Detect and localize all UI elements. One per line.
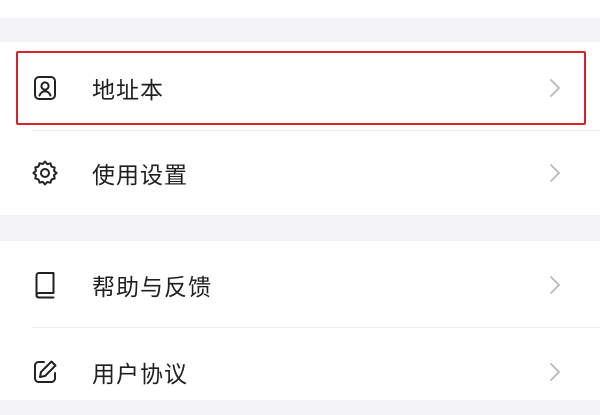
section-gap (0, 215, 600, 241)
menu-group-1: 地址本 使用设置 (0, 42, 600, 215)
menu-item-label: 使用设置 (92, 163, 188, 189)
edit-icon (30, 357, 60, 387)
menu-item-label: 用户协议 (92, 362, 188, 388)
menu-group-2: 帮助与反馈 用户协议 (0, 241, 600, 400)
chevron-right-icon (545, 161, 565, 185)
menu-item-label: 帮助与反馈 (92, 275, 212, 301)
divider (32, 327, 600, 328)
chevron-right-icon (545, 76, 565, 100)
menu-item-settings[interactable]: 使用设置 (0, 130, 600, 216)
chevron-right-icon (545, 360, 565, 384)
address-book-icon (30, 73, 60, 103)
gear-icon (30, 158, 60, 188)
section-gap-top (0, 18, 600, 42)
menu-item-address-book[interactable]: 地址本 (0, 45, 600, 131)
menu-item-user-agreement[interactable]: 用户协议 (0, 329, 600, 415)
menu-item-label: 地址本 (92, 78, 164, 104)
chevron-right-icon (545, 273, 565, 297)
book-icon (30, 270, 60, 300)
menu-item-help-feedback[interactable]: 帮助与反馈 (0, 242, 600, 328)
